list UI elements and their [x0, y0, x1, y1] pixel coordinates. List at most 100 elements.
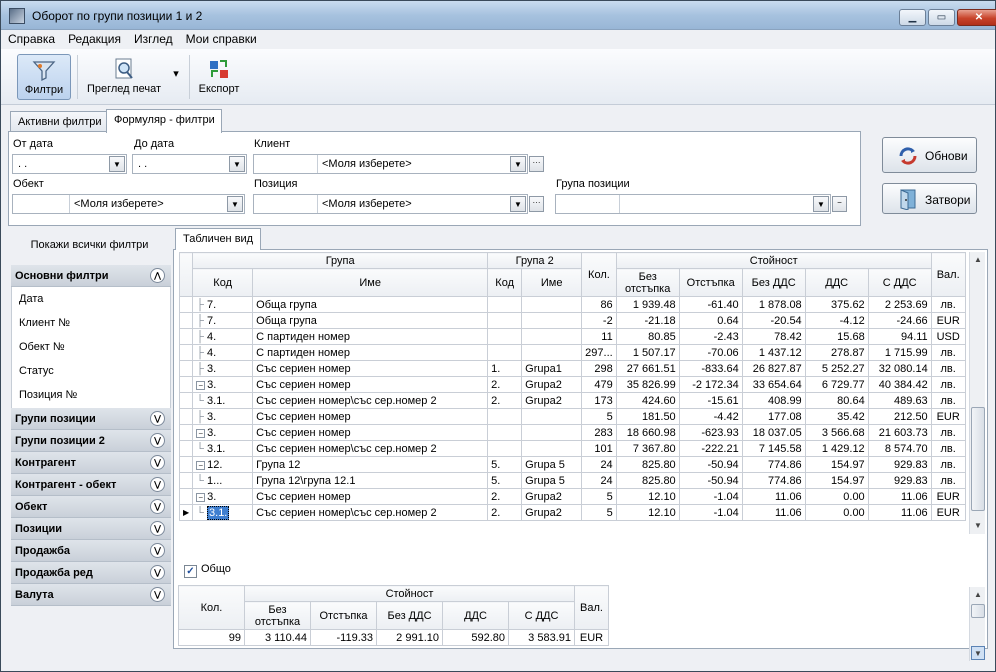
- cell-currency[interactable]: USD: [930, 328, 966, 345]
- cell-qty[interactable]: 298: [581, 360, 617, 377]
- cell-currency[interactable]: лв.: [930, 456, 966, 473]
- cell-code[interactable]: └ 3.1.: [192, 392, 254, 409]
- cell-code[interactable]: −3.: [192, 488, 254, 505]
- collapse-icon[interactable]: −: [196, 380, 206, 390]
- cell-code2[interactable]: 1.: [487, 360, 523, 377]
- cell-name[interactable]: Със сериен номер: [252, 408, 489, 425]
- header-no-discount[interactable]: Без отстъпка: [615, 268, 680, 297]
- cell-qty[interactable]: 5: [581, 504, 617, 521]
- filter-item-client-no[interactable]: Клиент №: [12, 311, 170, 335]
- from-date-picker[interactable]: . . ▼: [12, 154, 127, 174]
- cell-with-vat[interactable]: 40 384.42: [867, 376, 932, 393]
- cell-discount[interactable]: -1.04: [678, 488, 743, 505]
- group-counterparty[interactable]: Контрагент ⋁: [11, 452, 171, 474]
- cell-code[interactable]: −3.: [192, 424, 254, 441]
- cell-code2[interactable]: 5.: [487, 472, 523, 489]
- cell-with-vat[interactable]: 11.06: [867, 504, 932, 521]
- menu-help[interactable]: Справка: [1, 30, 61, 46]
- row-indicator[interactable]: [178, 408, 194, 425]
- cell-no-vat[interactable]: 11.06: [741, 488, 806, 505]
- cell-code[interactable]: ├ 7.: [192, 296, 254, 313]
- cell-name2[interactable]: [521, 344, 583, 361]
- cell-code2[interactable]: [487, 408, 523, 425]
- header-group[interactable]: Група: [192, 252, 489, 269]
- cell-with-vat[interactable]: 489.63: [867, 392, 932, 409]
- tab-table-view[interactable]: Табличен вид: [175, 228, 262, 250]
- cell-code[interactable]: ├ 4.: [192, 344, 254, 361]
- filter-item-object-no[interactable]: Обект №: [12, 335, 170, 359]
- cell-name2[interactable]: Grupa1: [521, 360, 583, 377]
- object-code-field[interactable]: [13, 195, 70, 213]
- cell-with-vat[interactable]: -24.66: [867, 312, 932, 329]
- cell-with-vat[interactable]: 32 080.14: [867, 360, 932, 377]
- group-counterparty-object[interactable]: Контрагент - обект ⋁: [11, 474, 171, 496]
- cell-with-vat[interactable]: 8 574.70: [867, 440, 932, 457]
- minimize-button[interactable]: ▁: [899, 9, 926, 26]
- cell-no-discount[interactable]: 7 367.80: [615, 440, 680, 457]
- chevron-down-icon[interactable]: ⋁: [150, 543, 165, 558]
- scroll-up-icon[interactable]: ▲: [971, 253, 985, 267]
- cell-qty[interactable]: 11: [581, 328, 617, 345]
- cell-name2[interactable]: Grupa 5: [521, 456, 583, 473]
- cell-code[interactable]: └ 3.1.: [192, 504, 254, 521]
- to-date-picker[interactable]: . . ▼: [132, 154, 247, 174]
- cell-no-vat[interactable]: 774.86: [741, 472, 806, 489]
- cell-no-vat[interactable]: -20.54: [741, 312, 806, 329]
- cell-discount[interactable]: -70.06: [678, 344, 743, 361]
- cell-discount[interactable]: -222.21: [678, 440, 743, 457]
- tab-active-filters[interactable]: Активни филтри: [10, 111, 109, 133]
- cell-qty[interactable]: 5: [581, 488, 617, 505]
- header-discount[interactable]: Отстъпка: [678, 268, 743, 297]
- header-vat[interactable]: ДДС: [804, 268, 869, 297]
- row-indicator[interactable]: [178, 424, 194, 441]
- more-icon[interactable]: ···: [529, 196, 544, 212]
- cell-code2[interactable]: 2.: [487, 504, 523, 521]
- cell-discount[interactable]: -2.43: [678, 328, 743, 345]
- cell-with-vat[interactable]: 929.83: [867, 472, 932, 489]
- cell-name2[interactable]: [521, 408, 583, 425]
- cell-code[interactable]: └ 1...: [192, 472, 254, 489]
- cell-no-discount[interactable]: 1 507.17: [615, 344, 680, 361]
- cell-with-vat[interactable]: 21 603.73: [867, 424, 932, 441]
- cell-discount[interactable]: -1.04: [678, 504, 743, 521]
- cell-no-vat[interactable]: 7 145.58: [741, 440, 806, 457]
- cell-no-vat[interactable]: 1 878.08: [741, 296, 806, 313]
- cell-code2[interactable]: 2.: [487, 392, 523, 409]
- chevron-down-icon[interactable]: ▼: [227, 196, 243, 212]
- chevron-down-icon[interactable]: ▼: [510, 156, 526, 172]
- row-indicator[interactable]: [178, 440, 194, 457]
- cell-name2[interactable]: [521, 424, 583, 441]
- row-indicator[interactable]: [178, 472, 194, 489]
- cell-qty[interactable]: 24: [581, 456, 617, 473]
- show-all-filters-button[interactable]: Покажи всички филтри: [8, 230, 171, 260]
- print-preview-button[interactable]: Преглед печат: [85, 54, 163, 100]
- cell-vat[interactable]: 35.42: [804, 408, 869, 425]
- cell-currency[interactable]: лв.: [930, 376, 966, 393]
- cell-currency[interactable]: EUR: [930, 504, 966, 521]
- menu-my-reports[interactable]: Мои справки: [179, 30, 263, 46]
- cell-no-discount[interactable]: 35 826.99: [615, 376, 680, 393]
- menu-edit[interactable]: Редакция: [61, 30, 127, 46]
- header-name[interactable]: Име: [252, 268, 489, 297]
- collapse-icon[interactable]: −: [196, 492, 206, 502]
- scroll-up-icon[interactable]: ▲: [971, 588, 985, 602]
- cell-name2[interactable]: Grupa2: [521, 488, 583, 505]
- header-code[interactable]: Код: [192, 268, 254, 297]
- cell-no-vat[interactable]: 177.08: [741, 408, 806, 425]
- cell-with-vat[interactable]: 11.06: [867, 488, 932, 505]
- cell-no-vat[interactable]: 774.86: [741, 456, 806, 473]
- cell-name[interactable]: Група 12: [252, 456, 489, 473]
- cell-code2[interactable]: [487, 344, 523, 361]
- row-indicator[interactable]: ▶: [178, 504, 194, 521]
- row-indicator[interactable]: [178, 392, 194, 409]
- chevron-down-icon[interactable]: ▼: [229, 156, 245, 172]
- cell-no-discount[interactable]: 181.50: [615, 408, 680, 425]
- group-main-filters[interactable]: Основни филтри ⋀: [11, 265, 171, 287]
- row-indicator[interactable]: [178, 312, 194, 329]
- refresh-button[interactable]: Обнови: [882, 137, 977, 173]
- cell-name[interactable]: Със сериен номер\със сер.номер 2: [252, 504, 489, 521]
- cell-discount[interactable]: -4.42: [678, 408, 743, 425]
- cell-name[interactable]: Със сериен номер: [252, 424, 489, 441]
- cell-code[interactable]: −12.: [192, 456, 254, 473]
- cell-name2[interactable]: Grupa2: [521, 504, 583, 521]
